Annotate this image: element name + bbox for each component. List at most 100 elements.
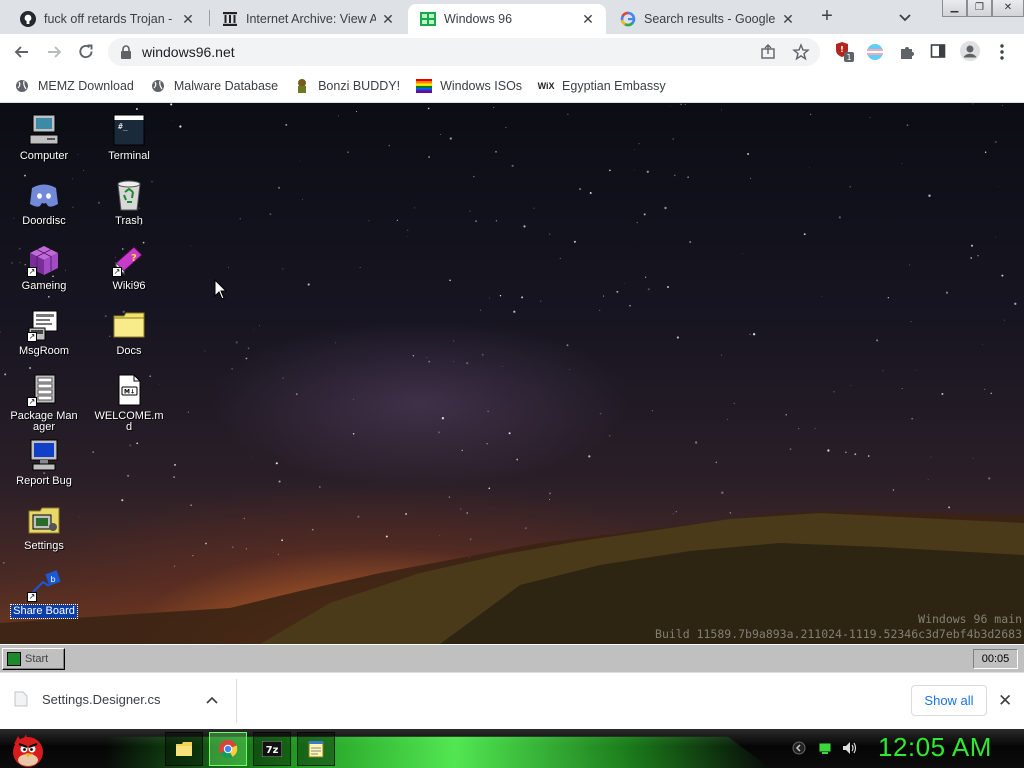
bookmark-label: Bonzi BUDDY! bbox=[318, 79, 401, 93]
mouse-cursor-icon bbox=[214, 279, 228, 300]
share-icon[interactable] bbox=[760, 44, 776, 65]
svg-text:!: ! bbox=[840, 45, 844, 54]
close-tab-icon[interactable]: ✕ bbox=[780, 11, 796, 28]
bookmark-star-icon[interactable] bbox=[792, 43, 810, 66]
extension-flag-icon[interactable] bbox=[866, 43, 884, 66]
bookmark-label: Windows ISOs bbox=[440, 79, 523, 93]
tray-arrow-icon[interactable] bbox=[792, 741, 806, 760]
tab-windows96[interactable]: Windows 96 ✕ bbox=[408, 4, 606, 34]
win96-desktop[interactable]: Computer Doordisc ↗ Gameing ↗ MsgRoom ↗ … bbox=[0, 103, 1024, 644]
reload-button[interactable] bbox=[76, 42, 96, 62]
close-tab-icon[interactable]: ✕ bbox=[580, 11, 596, 28]
start-button[interactable]: Start bbox=[2, 648, 65, 670]
show-all-button[interactable]: Show all bbox=[911, 685, 987, 716]
bookmark-bonzi-buddy[interactable]: Bonzi BUDDY! bbox=[294, 78, 400, 94]
browser-menu-icon[interactable] bbox=[996, 43, 1008, 66]
taskbar-notepad[interactable] bbox=[297, 732, 335, 766]
taskbar-7zip[interactable]: 7z bbox=[253, 732, 291, 766]
forward-arrow-icon bbox=[48, 46, 62, 58]
bookmark-windows-isos[interactable]: Windows ISOs bbox=[416, 78, 522, 94]
desktop-icon-msgroom[interactable]: ↗ MsgRoom bbox=[6, 308, 82, 358]
cube-icon: ↗ bbox=[27, 243, 61, 277]
bookmark-label: Malware Database bbox=[173, 79, 279, 93]
forward-button[interactable] bbox=[44, 42, 64, 62]
desktop-icon-welcome-md[interactable]: M↓ WELCOME.md bbox=[91, 373, 167, 434]
window-controls: ▁ ❐ ✕ bbox=[942, 0, 1024, 18]
icon-label: Settings bbox=[24, 540, 64, 552]
computer-icon bbox=[27, 113, 61, 147]
tab-internet-archive[interactable]: Internet Archive: View Ar ✕ bbox=[210, 4, 406, 34]
watermark-line-1: Windows 96 main bbox=[918, 612, 1022, 626]
desktop-icon-settings[interactable]: Settings bbox=[6, 503, 82, 553]
tab-trojan[interactable]: fuck off retards Trojan - D ✕ bbox=[8, 4, 206, 34]
download-item[interactable]: Settings.Designer.cs bbox=[14, 691, 161, 707]
start-label: Start bbox=[25, 653, 49, 665]
file-icon bbox=[14, 691, 28, 707]
taskbar-chrome[interactable] bbox=[209, 732, 247, 766]
markdown-file-icon: M↓ bbox=[112, 373, 146, 407]
address-bar[interactable]: windows96.net bbox=[108, 38, 820, 66]
reload-icon bbox=[79, 44, 93, 59]
close-download-bar-icon[interactable]: ✕ bbox=[998, 691, 1012, 711]
back-button[interactable] bbox=[12, 42, 32, 62]
side-panel-icon[interactable] bbox=[930, 43, 946, 64]
bonzi-icon bbox=[294, 78, 310, 94]
minimize-button[interactable]: ▁ bbox=[942, 0, 967, 17]
google-icon bbox=[620, 11, 636, 27]
wix-icon: WiX bbox=[537, 81, 555, 91]
shortcut-arrow-icon: ↗ bbox=[112, 267, 122, 277]
icon-label: Package Manager bbox=[10, 410, 78, 433]
desktop-icon-terminal[interactable]: #_ Terminal bbox=[91, 113, 167, 163]
bookmark-malware-database[interactable]: Malware Database bbox=[150, 78, 278, 94]
icon-label: Computer bbox=[19, 150, 69, 162]
folder-icon bbox=[112, 308, 146, 342]
trash-icon bbox=[112, 178, 146, 212]
bookmark-label: MEMZ Download bbox=[38, 79, 134, 93]
extensions-puzzle-icon[interactable] bbox=[898, 43, 916, 66]
desktop-icon-trash[interactable]: Trash bbox=[91, 178, 167, 228]
close-tab-icon[interactable]: ✕ bbox=[180, 11, 196, 28]
desktop-icon-report-bug[interactable]: Report Bug bbox=[6, 438, 82, 488]
tab-search-chevron-icon[interactable] bbox=[896, 8, 914, 26]
bookmarks-bar: MEMZ Download Malware Database Bonzi BUD… bbox=[0, 70, 1024, 102]
icon-label: Share Board bbox=[10, 604, 78, 619]
bookmark-label: Egyptian Embassy bbox=[562, 79, 666, 93]
bookmark-memz[interactable]: MEMZ Download bbox=[14, 78, 134, 94]
profile-avatar-icon[interactable] bbox=[960, 41, 980, 66]
share-icon: b ↗ bbox=[27, 568, 61, 602]
desktop-icon-package-manager[interactable]: ↗ Package Manager bbox=[6, 373, 82, 434]
maximize-button[interactable]: ❐ bbox=[967, 0, 992, 17]
icon-label: Report Bug bbox=[16, 475, 72, 487]
tray-volume-icon[interactable] bbox=[842, 741, 858, 760]
extension-shield-icon[interactable]: ! 1 bbox=[834, 40, 856, 67]
lock-icon[interactable] bbox=[120, 45, 132, 64]
svg-text:#_: #_ bbox=[118, 122, 128, 131]
new-tab-button[interactable]: + bbox=[816, 5, 838, 27]
7zip-icon: 7z bbox=[262, 741, 282, 757]
book-icon: ? ↗ bbox=[112, 243, 146, 277]
desktop-icon-gameing[interactable]: ↗ Gameing bbox=[6, 243, 82, 293]
url-text[interactable]: windows96.net bbox=[142, 44, 235, 60]
rainbow-flag-icon bbox=[416, 78, 433, 94]
close-window-button[interactable]: ✕ bbox=[992, 0, 1024, 17]
taskbar-file-explorer[interactable] bbox=[165, 732, 203, 766]
bookmark-egyptian-embassy[interactable]: WiX Egyptian Embassy bbox=[538, 78, 666, 94]
settings-icon bbox=[27, 503, 61, 537]
tab-title: Internet Archive: View Ar bbox=[246, 12, 376, 26]
icon-label: MsgRoom bbox=[18, 345, 70, 357]
desktop-icon-doordisc[interactable]: Doordisc bbox=[6, 178, 82, 228]
tray-network-icon[interactable] bbox=[818, 741, 832, 760]
close-tab-icon[interactable]: ✕ bbox=[380, 11, 396, 28]
shortcut-arrow-icon: ↗ bbox=[27, 332, 37, 342]
desktop-icon-computer[interactable]: Computer bbox=[6, 113, 82, 163]
download-options-chevron-icon[interactable] bbox=[204, 693, 220, 714]
extension-badge: 1 bbox=[846, 53, 851, 62]
desktop-icon-wiki96[interactable]: ? ↗ Wiki96 bbox=[91, 243, 167, 293]
angry-bird-start-icon[interactable] bbox=[8, 730, 48, 768]
desktop-icon-docs[interactable]: Docs bbox=[91, 308, 167, 358]
os-clock: 12:05 AM bbox=[878, 732, 992, 762]
desktop-icon-share-board[interactable]: b ↗ Share Board bbox=[6, 568, 82, 619]
browser-toolbar: windows96.net ! 1 bbox=[0, 34, 1024, 70]
tab-google-search[interactable]: Search results - Google C ✕ bbox=[608, 4, 806, 34]
svg-text:M↓: M↓ bbox=[124, 389, 135, 396]
